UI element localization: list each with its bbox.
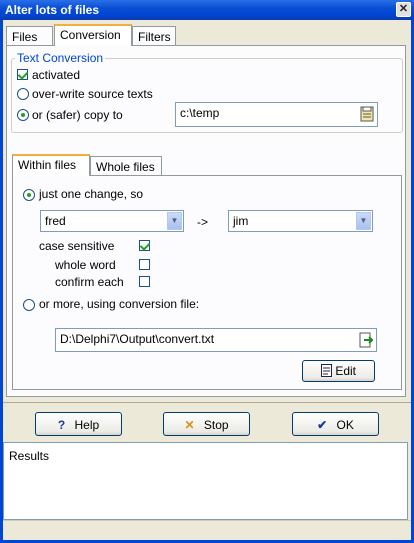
open-file-icon[interactable] [359,332,375,348]
browse-folder-icon[interactable] [360,106,374,122]
copy-path-value: c:\temp [180,106,220,120]
tab-whole-files-label: Whole files [96,160,155,174]
ok-button[interactable]: ✔ OK [292,412,379,436]
tab-conversion[interactable]: Conversion [54,24,132,46]
conversion-file-radio[interactable] [23,299,35,311]
to-value: jim [233,214,249,228]
confirm-each-label: confirm each [55,275,124,289]
to-dropdown-icon[interactable]: ▼ [356,212,371,230]
status-bar [3,520,411,540]
activated-checkbox[interactable] [17,69,28,80]
from-value: fred [45,214,66,228]
stop-label: Stop [203,418,229,432]
activated-label: activated [32,68,81,82]
results-label: Results [9,449,50,463]
window-title: Alter lots of files [5,3,100,17]
tab-within-files-label: Within files [18,158,77,172]
one-change-radio[interactable] [23,189,35,201]
tab-filters[interactable]: Filters [132,26,176,46]
tab-filters-label: Filters [138,30,171,44]
edit-label: Edit [335,364,357,378]
from-combo[interactable]: fred ▼ [40,210,184,232]
conversion-file-value: D:\Delphi7\Output\convert.txt [60,332,215,346]
copy-path-field[interactable]: c:\temp [175,102,378,127]
one-change-label: just one change, so [39,187,144,201]
close-button[interactable]: ✕ [396,2,411,17]
text-conversion-label: Text Conversion [15,51,106,65]
whole-word-label: whole word [55,258,116,272]
copy-to-label: or (safer) copy to [32,108,123,122]
title-bar: Alter lots of files ✕ [0,0,414,20]
to-combo[interactable]: jim ▼ [228,210,373,232]
stop-icon: ✕ [184,418,195,432]
conversion-file-label: or more, using conversion file: [39,297,200,311]
ok-label: OK [336,418,354,432]
confirm-each-checkbox[interactable] [139,276,150,287]
ok-icon: ✔ [317,418,328,432]
edit-button[interactable]: Edit [302,360,375,382]
edit-icon [320,364,332,378]
copy-to-radio[interactable] [17,109,29,121]
whole-word-checkbox[interactable] [139,259,150,270]
tab-files-label: Files [12,30,38,44]
stop-button[interactable]: ✕ Stop [163,412,250,436]
case-sensitive-label: case sensitive [39,239,115,253]
help-button[interactable]: ? Help [35,412,122,436]
case-sensitive-checkbox[interactable] [139,240,150,251]
tab-within-files[interactable]: Within files [12,154,90,176]
conversion-file-field[interactable]: D:\Delphi7\Output\convert.txt [55,328,377,352]
overwrite-radio[interactable] [17,88,29,100]
results-box[interactable]: Results [3,442,408,520]
tab-conversion-label: Conversion [60,28,121,42]
arrow-label: -> [197,215,209,229]
overwrite-label: over-write source texts [32,87,153,101]
help-icon: ? [57,418,66,432]
from-dropdown-icon[interactable]: ▼ [167,212,182,230]
divider [3,402,411,403]
tab-whole-files[interactable]: Whole files [90,156,162,176]
tab-files[interactable]: Files [6,26,53,46]
help-label: Help [74,418,100,432]
